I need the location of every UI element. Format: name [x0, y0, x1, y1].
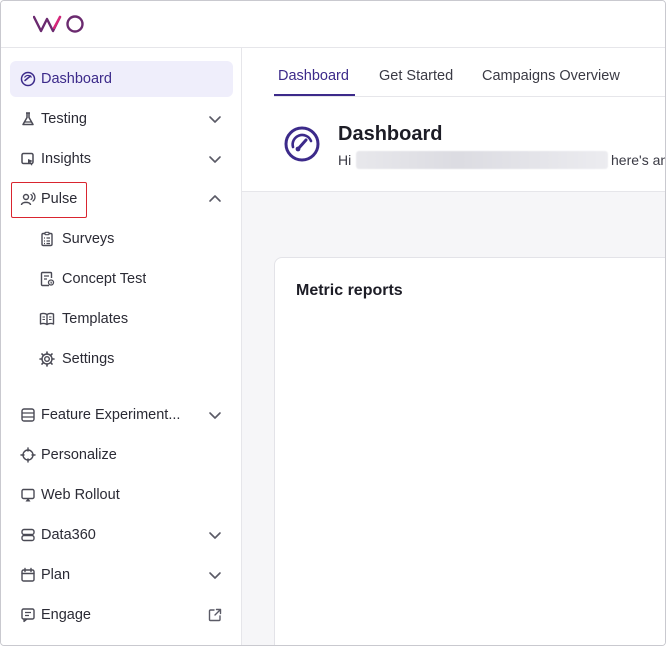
sidebar-item-dashboard[interactable]: Dashboard — [10, 61, 233, 97]
sidebar-item-feature-experiment[interactable]: Feature Experiment... — [10, 397, 233, 433]
chevron-down-icon[interactable] — [207, 111, 223, 127]
chevron-down-icon[interactable] — [207, 567, 223, 583]
sidebar-item-testing[interactable]: Testing — [10, 101, 233, 137]
sidebar-item-personalize[interactable]: Personalize — [10, 437, 233, 473]
page-title: Dashboard — [338, 123, 443, 145]
sidebar-item-label: Personalize — [41, 447, 117, 463]
vwo-logo[interactable] — [33, 14, 87, 34]
sidebar-item-pulse[interactable]: Pulse — [10, 181, 233, 217]
sidebar-item-label: Settings — [62, 351, 115, 367]
active-tab-indicator — [274, 94, 355, 96]
top-bar — [1, 1, 665, 48]
gear-icon — [38, 350, 56, 368]
crosshair-icon — [19, 446, 37, 464]
main-content: Dashboard Get Started Campaigns Overview… — [242, 48, 665, 645]
dashboard-gauge-icon — [284, 126, 320, 162]
sidebar-item-label: Concept Test — [62, 271, 147, 287]
card-title: Metric reports — [296, 282, 403, 299]
tab-bar: Dashboard Get Started Campaigns Overview — [242, 48, 665, 98]
tab-campaigns-overview[interactable]: Campaigns Overview — [482, 68, 620, 84]
sidebar-item-label: Plan — [41, 567, 71, 583]
sidebar-item-label: Data360 — [41, 527, 96, 543]
redacted-user-name — [356, 151, 608, 169]
chevron-down-icon[interactable] — [207, 151, 223, 167]
sidebar-item-label: Templates — [62, 311, 129, 327]
database-icon — [19, 526, 37, 544]
sidebar-item-web-rollout[interactable]: Web Rollout — [10, 477, 233, 513]
sidebar-item-label: Web Rollout — [41, 487, 120, 503]
app-window: Dashboard Testing Insights Pulse Surveys… — [0, 0, 666, 646]
sidebar-item-settings[interactable]: Settings — [10, 341, 233, 377]
pulse-user-icon — [19, 190, 37, 208]
tab-dashboard[interactable]: Dashboard — [278, 68, 349, 84]
book-icon — [38, 310, 56, 328]
greeting-suffix: here's an — [611, 152, 666, 168]
calendar-icon — [19, 566, 37, 584]
sidebar: Dashboard Testing Insights Pulse Surveys… — [1, 48, 242, 645]
sidebar-item-plan[interactable]: Plan — [10, 557, 233, 593]
sidebar-item-label: Pulse — [41, 191, 78, 207]
clipboard-icon — [38, 230, 56, 248]
sidebar-item-label: Feature Experiment... — [41, 407, 181, 423]
sidebar-item-surveys[interactable]: Surveys — [10, 221, 233, 257]
chevron-down-icon[interactable] — [207, 407, 223, 423]
sidebar-item-label: Dashboard — [41, 71, 112, 87]
greeting-prefix: Hi — [338, 152, 352, 168]
sidebar-item-insights[interactable]: Insights — [10, 141, 233, 177]
sidebar-item-data360[interactable]: Data360 — [10, 517, 233, 553]
external-link-icon[interactable] — [207, 607, 223, 623]
sidebar-item-engage[interactable]: Engage — [10, 597, 233, 633]
chevron-up-icon[interactable] — [207, 191, 223, 207]
sidebar-item-templates[interactable]: Templates — [10, 301, 233, 337]
sidebar-item-label: Insights — [41, 151, 91, 167]
feature-icon — [19, 406, 37, 424]
metric-reports-card: Metric reports — [274, 257, 665, 645]
engage-icon — [19, 606, 37, 624]
sidebar-item-label: Testing — [41, 111, 87, 127]
chevron-down-icon[interactable] — [207, 527, 223, 543]
sidebar-item-label: Engage — [41, 607, 91, 623]
insights-icon — [19, 150, 37, 168]
dashboard-header: Dashboard Hi here's an — [242, 97, 665, 192]
flask-icon — [19, 110, 37, 128]
sidebar-item-concept-test[interactable]: Concept Test — [10, 261, 233, 297]
rollout-icon — [19, 486, 37, 504]
concept-test-icon — [38, 270, 56, 288]
gauge-icon — [19, 70, 37, 88]
tab-get-started[interactable]: Get Started — [379, 68, 453, 84]
sidebar-item-label: Surveys — [62, 231, 115, 247]
